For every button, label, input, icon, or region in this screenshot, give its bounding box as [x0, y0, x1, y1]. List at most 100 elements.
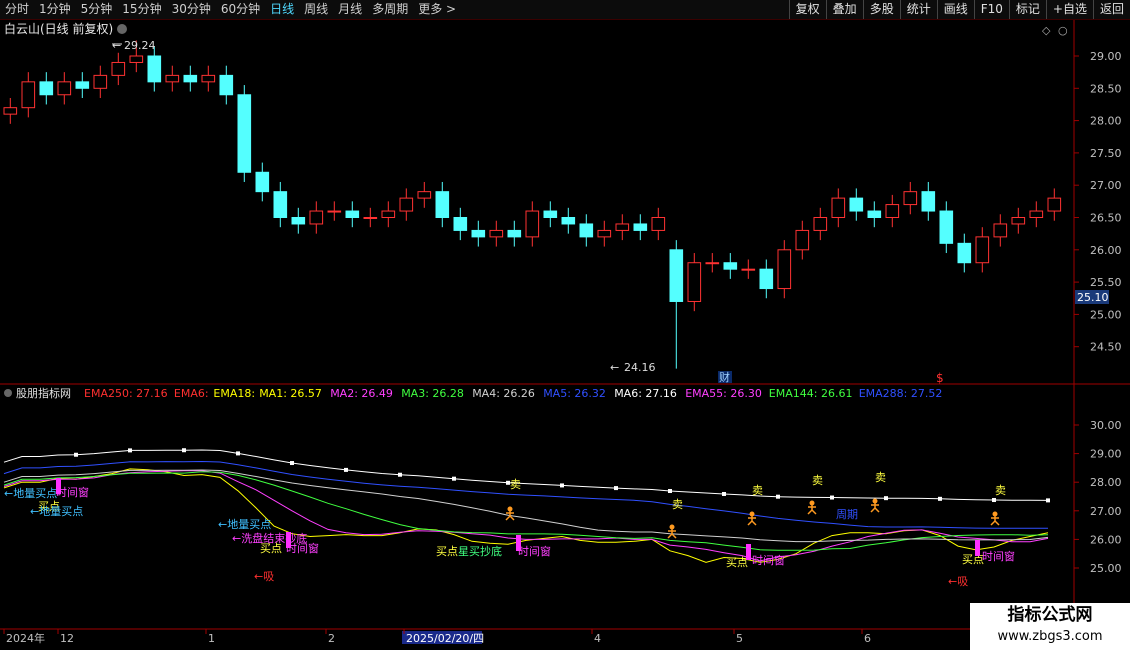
ma6-dot	[776, 494, 780, 499]
buy-label-3: 买点	[726, 556, 748, 569]
time-label-7: 6	[864, 632, 871, 645]
price-tick-label: 26.50	[1090, 212, 1122, 225]
indicator-dropdown-icon[interactable]	[4, 389, 12, 397]
title-dropdown-icon[interactable]	[117, 24, 127, 34]
indicator-name[interactable]: 股朋指标网	[16, 386, 71, 400]
candle-body	[57, 81, 72, 96]
price-tick-label: 25.00	[1090, 308, 1122, 321]
candle-body	[21, 81, 36, 109]
ma6-dot	[722, 491, 726, 496]
sell-label-1: 卖	[672, 498, 683, 511]
indicator-tick-label: 28.00	[1090, 476, 1122, 489]
signal-bar	[746, 544, 751, 560]
candle-body	[669, 249, 684, 302]
indicator-tick-label: 26.00	[1090, 533, 1122, 546]
candle-body	[993, 223, 1008, 238]
candle-body	[597, 229, 612, 238]
sell-label-4: 卖	[875, 471, 886, 484]
circle-icon[interactable]: ○	[1058, 24, 1068, 37]
low-marker: 24.16	[624, 361, 656, 374]
indicator-labels: 卖卖卖卖 卖卖买点买点 买点买点 买点←地量买点←地量买点←地量买点←洗盘结束抄底←吸…	[4, 471, 1015, 588]
candle-body	[939, 210, 954, 244]
time-window-label-4: 时间窗	[982, 549, 1015, 563]
candle-body	[255, 171, 270, 193]
candle-body	[759, 268, 774, 290]
indicator-line-3	[3, 469, 1049, 543]
finance-event-mark: 财	[719, 370, 730, 384]
candle-body	[651, 217, 666, 231]
sell-label-5: 卖	[995, 484, 1006, 497]
high-marker-arrow: ←	[112, 39, 121, 52]
time-axis: 2024年 12 1 2 2025/02/20/四 4 5 6	[3, 629, 871, 645]
candle-body	[435, 191, 450, 219]
ma6-dot	[236, 451, 240, 456]
candle-body	[1047, 197, 1062, 212]
candle-body	[417, 191, 432, 199]
watermark-title: 指标公式网	[1007, 605, 1093, 625]
signal-bar	[56, 478, 61, 494]
ma6-dot	[884, 496, 888, 501]
ma6-dot	[1046, 498, 1050, 503]
time-label-1: 12	[60, 632, 74, 645]
legend-item-7: MA5: 26.32	[543, 387, 606, 400]
candle-body	[345, 210, 360, 218]
candle-body	[579, 223, 594, 238]
candle-body	[111, 61, 126, 76]
runner-icon	[870, 498, 880, 513]
ma6-dot	[290, 461, 294, 466]
runner-icon	[747, 511, 757, 526]
ma6-dot	[992, 498, 996, 503]
candle-body	[741, 268, 756, 271]
candle-body	[291, 217, 306, 225]
ma6-dot	[128, 448, 132, 453]
ma6-dot	[398, 472, 402, 477]
legend-item-2: EMA18:	[213, 387, 255, 400]
signal-bar	[286, 532, 291, 548]
dividend-event-mark[interactable]: $	[936, 371, 944, 385]
legend-item-4: MA2: 26.49	[330, 387, 393, 400]
chart-canvas: 白云山(日线 前复权) ◇ ○ 29.00 28.50 28.00 27.50 27.0…	[0, 20, 1130, 648]
candle-body	[687, 262, 702, 302]
signal-bar	[516, 535, 521, 551]
candle-body	[237, 94, 252, 173]
candle-body	[129, 55, 144, 63]
xi-label-0: ←吸	[254, 570, 274, 583]
signal-bar	[975, 540, 980, 556]
runner-icon	[807, 500, 817, 515]
candle-body	[975, 236, 990, 264]
legend-item-0: EMA250: 27.16	[84, 387, 168, 400]
watermark-url: www.zbgs3.com	[997, 629, 1103, 644]
candle-body	[273, 191, 288, 219]
indicator-tick-label: 30.00	[1090, 419, 1122, 432]
site-watermark: 指标公式网 www.zbgs3.com	[970, 603, 1130, 650]
candle-body	[885, 204, 900, 219]
ma6-dot	[938, 496, 942, 501]
candle-body	[1011, 217, 1026, 225]
candle-body	[507, 229, 522, 238]
candle-body	[543, 210, 558, 218]
legend-item-11: EMA288: 27.52	[859, 387, 943, 400]
legend-item-9: EMA55: 26.30	[685, 387, 762, 400]
time-label-0: 2024年	[6, 631, 45, 645]
indicator-tick-label: 27.00	[1090, 505, 1122, 518]
indicator-tick-label: 25.00	[1090, 562, 1122, 575]
time-label-2: 1	[208, 632, 215, 645]
candle-body	[867, 210, 882, 218]
time-label-4: 2025/02/20/四	[406, 632, 484, 645]
candle-body	[219, 74, 234, 96]
diamond-icon[interactable]: ◇	[1042, 24, 1051, 37]
candle-body	[3, 107, 18, 115]
legend-item-5: MA3: 26.28	[401, 387, 464, 400]
ground-buy-label-0: ←地量买点	[4, 487, 57, 500]
candle-body	[777, 249, 792, 290]
ma6-dot	[560, 483, 564, 488]
legend-item-1: EMA6:	[174, 387, 209, 400]
candle-body	[381, 210, 396, 218]
ma6-dot	[614, 486, 618, 491]
legend-item-10: EMA144: 26.61	[769, 387, 853, 400]
candle-body	[453, 217, 468, 231]
candle-body	[327, 210, 342, 213]
candle-body	[165, 74, 180, 83]
candle-body	[795, 229, 810, 251]
ma6-dot	[344, 467, 348, 472]
